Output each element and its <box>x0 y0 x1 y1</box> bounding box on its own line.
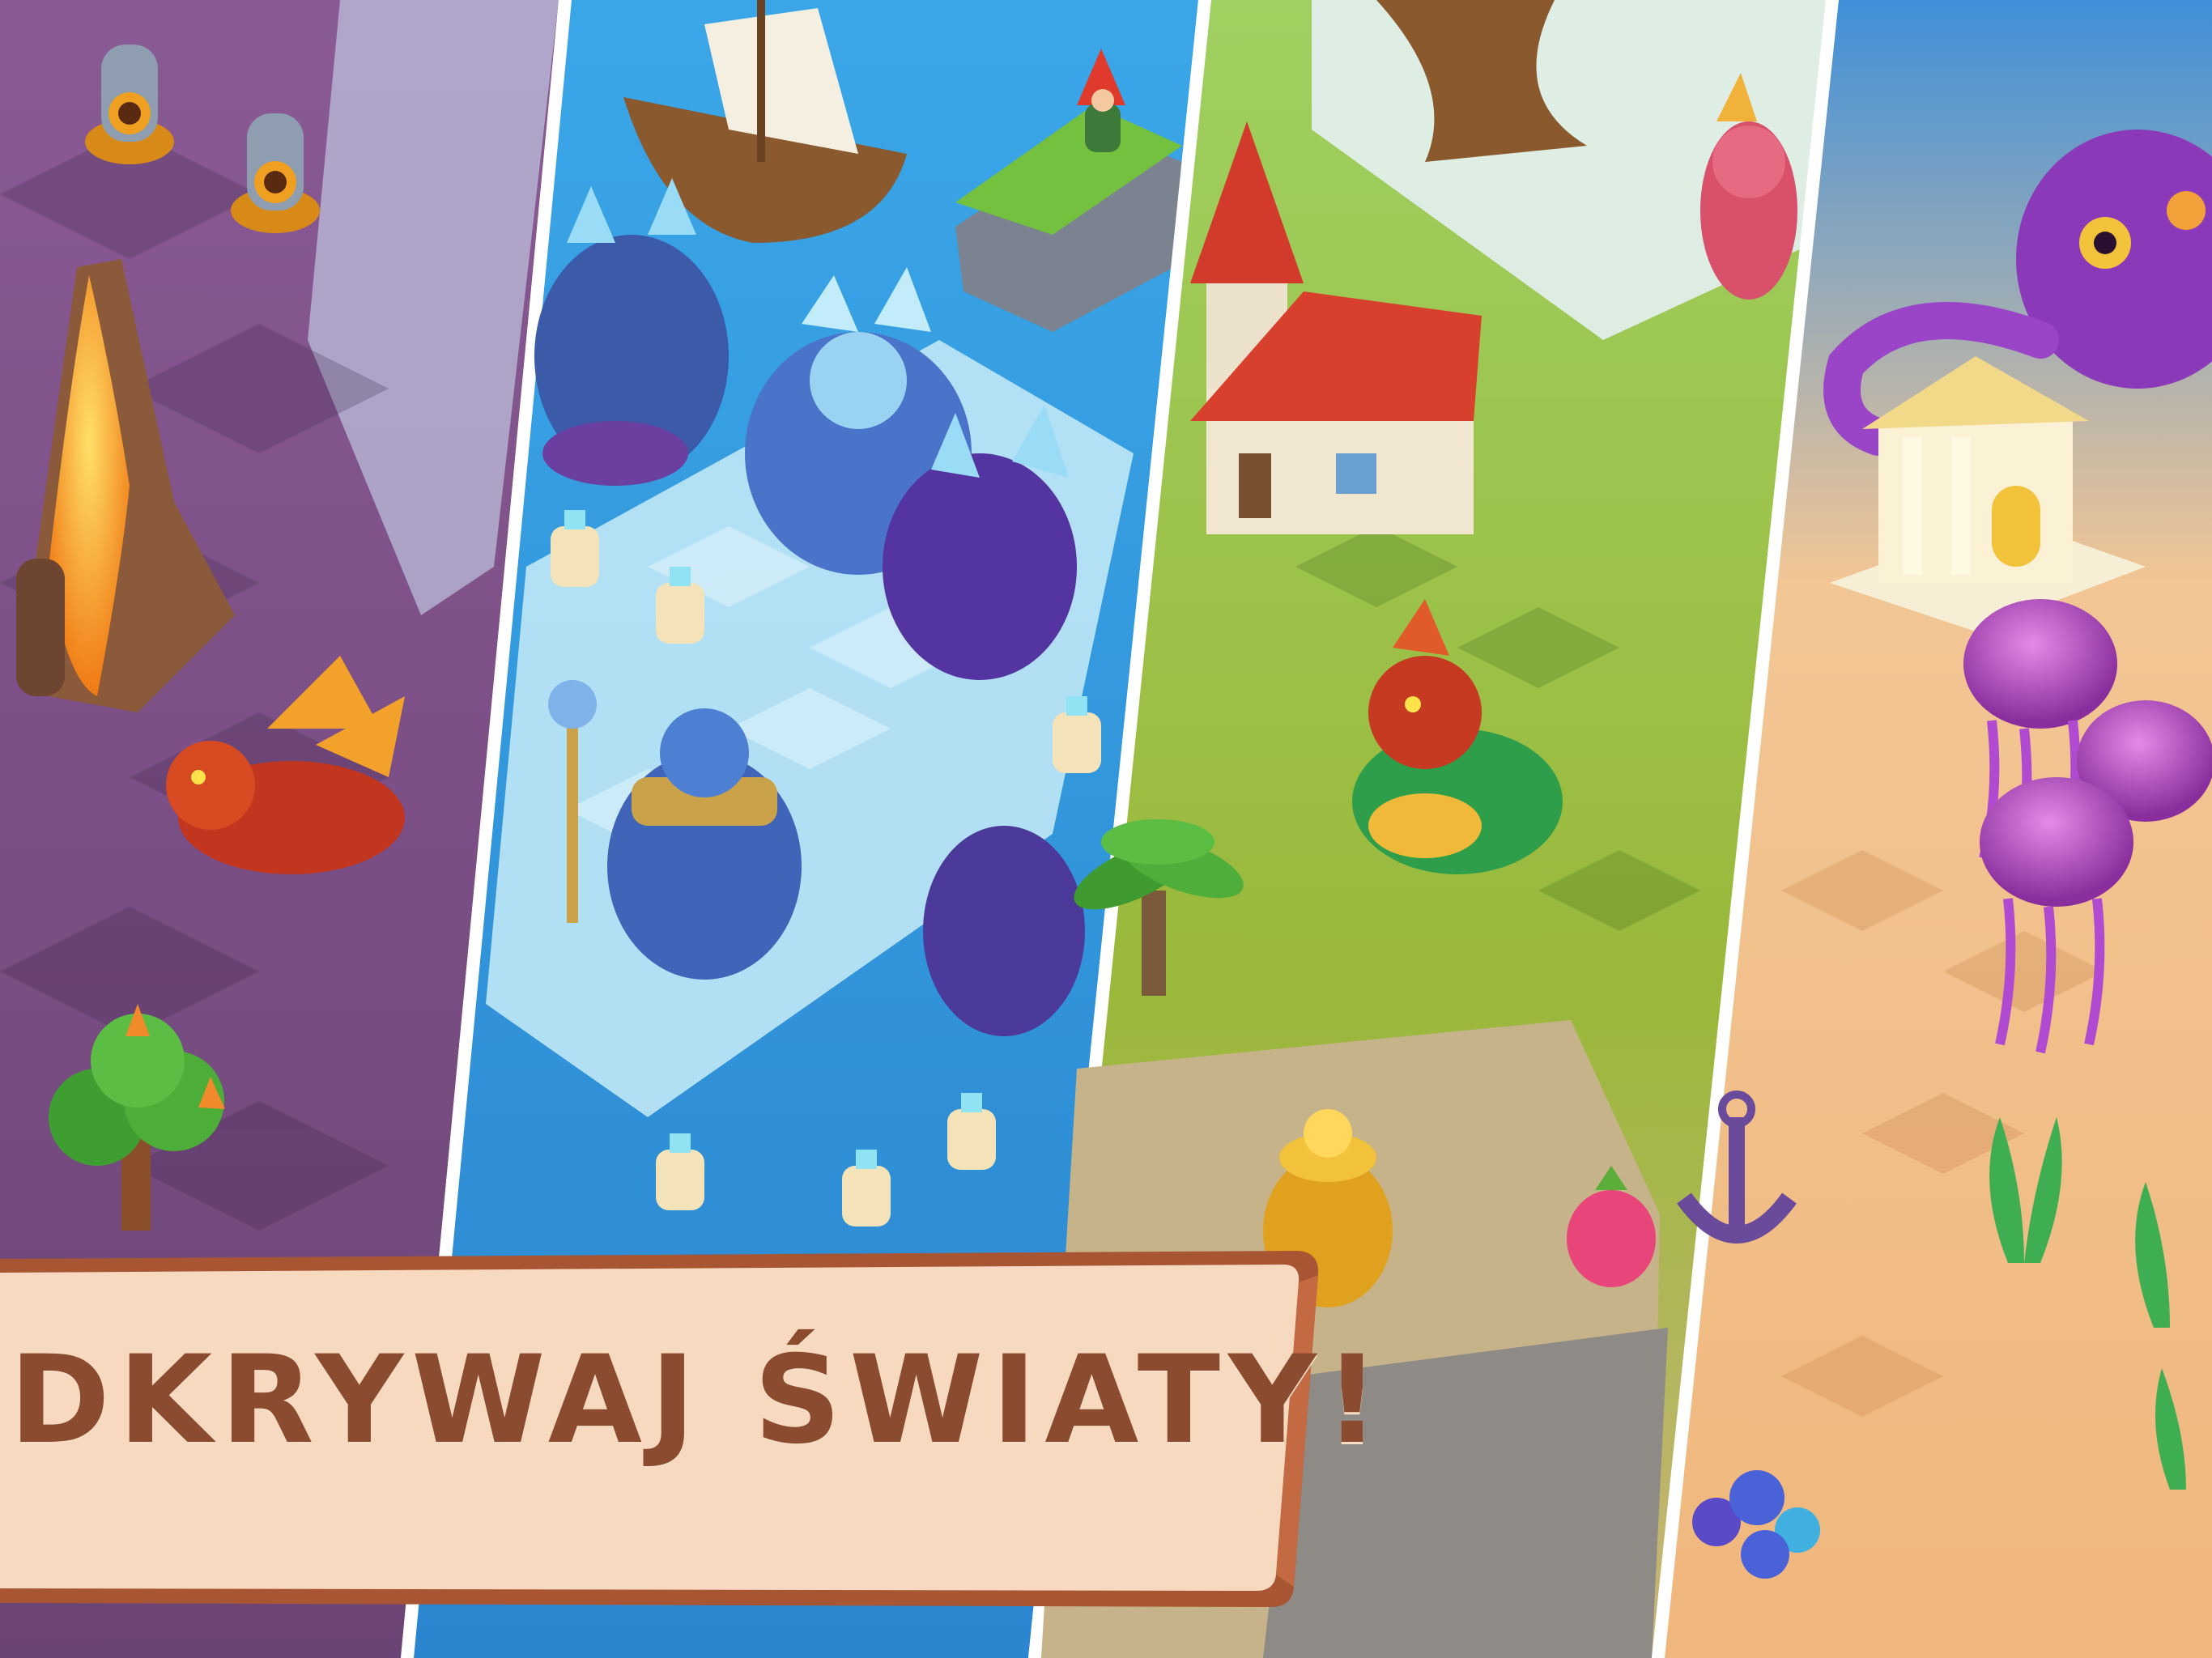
ice-golem-icon <box>923 826 1085 1036</box>
banner-title: ODKRYWAJ ŚWIATY! <box>0 1330 1389 1471</box>
world-showcase: ODKRYWAJ ŚWIATY! <box>0 0 2212 1658</box>
